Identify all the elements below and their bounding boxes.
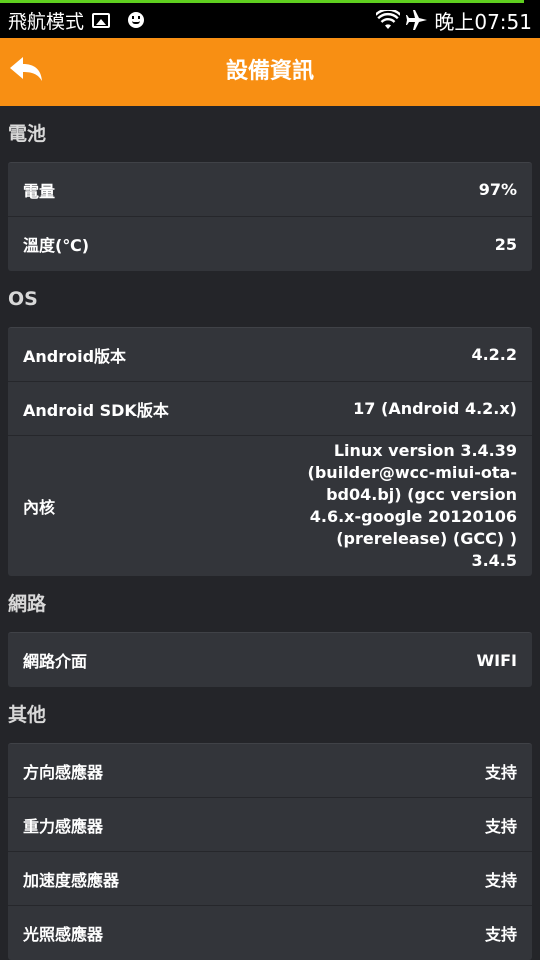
app-header: 設備資訊 (0, 38, 540, 106)
row-value: 支持 (484, 816, 517, 836)
clock-text: 晚上07:51 (434, 9, 532, 34)
light-sensor-row: 光照感應器 支持 (8, 906, 532, 960)
row-value: Linux version 3.4.39 (builder@wcc-miui-o… (307, 441, 517, 570)
row-value: 支持 (484, 925, 517, 944)
row-label: 光照感應器 (23, 925, 104, 944)
page-title: 設備資訊 (225, 59, 314, 84)
airplane-icon (406, 9, 428, 31)
row-value: 支持 (484, 762, 517, 782)
row-label: Android SDK版本 (23, 400, 169, 420)
gravity-sensor-row: 重力感應器 支持 (8, 798, 532, 852)
row-value: 支持 (484, 870, 517, 890)
section-title-battery: 電池 (8, 123, 47, 145)
row-value: 4.2.2 (471, 345, 517, 364)
kernel-row: 內核 Linux version 3.4.39 (builder@wcc-miu… (8, 436, 532, 576)
row-value: WIFI (476, 650, 517, 670)
smiley-icon (128, 12, 145, 28)
row-value: 25 (494, 234, 517, 254)
image-icon (92, 12, 111, 28)
row-label: 電量 (23, 181, 56, 201)
android-sdk-row: Android SDK版本 17 (Android 4.2.x) (8, 382, 532, 436)
row-label: 內核 (23, 498, 56, 517)
android-version-row: Android版本 4.2.2 (8, 328, 532, 382)
section-title-network: 網路 (8, 593, 47, 615)
wifi-icon (376, 10, 401, 30)
os-card: Android版本 4.2.2 Android SDK版本 17 (Androi… (8, 327, 532, 576)
battery-temperature-row: 溫度(℃) 25 (8, 217, 532, 271)
row-label: 網路介面 (23, 652, 88, 671)
network-interface-row: 網路介面 WIFI (8, 633, 532, 687)
battery-card: 電量 97% 溫度(℃) 25 (8, 162, 532, 271)
row-value: 17 (Android 4.2.x) (353, 399, 517, 418)
other-card: 方向感應器 支持 重力感應器 支持 加速度感應器 支持 光照感應器 支持 (8, 743, 532, 960)
orientation-sensor-row: 方向感應器 支持 (8, 744, 532, 798)
row-label: 方向感應器 (23, 762, 104, 782)
row-label: 加速度感應器 (23, 870, 120, 890)
battery-level-row: 電量 97% (8, 163, 532, 217)
device-info-list[interactable]: 電池 電量 97% 溫度(℃) 25 OS Android版本 4.2.2 An… (0, 106, 540, 960)
row-label: Android版本 (23, 346, 127, 366)
status-right: 晚上07:51 (376, 6, 532, 34)
section-title-other: 其他 (8, 704, 47, 726)
status-left: 飛航模式 (8, 6, 145, 34)
airplane-mode-text: 飛航模式 (8, 10, 85, 33)
status-bar: 飛航模式 晚上07:51 (0, 0, 540, 38)
network-card: 網路介面 WIFI (8, 632, 532, 687)
row-label: 重力感應器 (23, 816, 104, 836)
download-progress-bar (0, 0, 524, 3)
row-label: 溫度(℃) (23, 236, 90, 255)
accelerometer-row: 加速度感應器 支持 (8, 852, 532, 906)
section-title-os: OS (8, 288, 38, 310)
row-value: 97% (478, 180, 517, 199)
